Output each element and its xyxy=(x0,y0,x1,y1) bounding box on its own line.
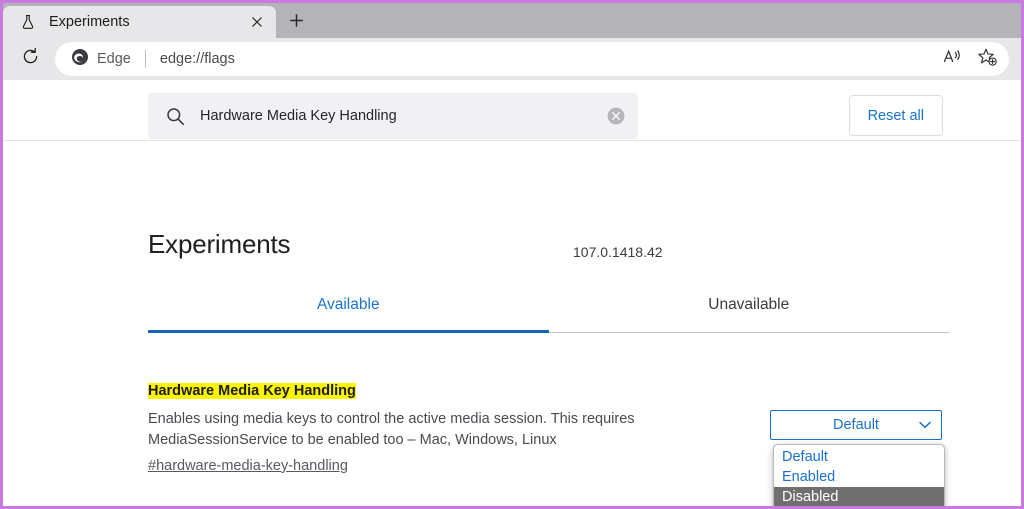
flag-name-row: Hardware Media Key Handling xyxy=(148,381,668,403)
address-bar-url[interactable]: edge://flags xyxy=(160,51,935,67)
flag-state-options-list: Default Enabled Disabled xyxy=(773,444,945,506)
flag-state-selected-value: Default xyxy=(833,417,879,433)
flask-icon xyxy=(19,13,37,31)
close-icon[interactable] xyxy=(246,11,268,33)
read-aloud-icon xyxy=(943,48,963,71)
flag-permalink[interactable]: #hardware-media-key-handling xyxy=(148,458,348,474)
browser-toolbar: Edge edge://flags xyxy=(3,38,1021,80)
option-default[interactable]: Default xyxy=(774,447,944,467)
browser-chrome: Experiments Edge edge://flags xyxy=(3,3,1021,80)
address-bar-divider xyxy=(144,50,146,68)
search-icon xyxy=(164,107,186,126)
version-label: 107.0.1418.42 xyxy=(573,244,663,260)
flag-title-highlighted: Hardware Media Key Handling xyxy=(148,383,356,399)
tab-available[interactable]: Available xyxy=(148,296,549,333)
edge-brand: Edge xyxy=(71,48,131,71)
clear-circle-icon[interactable] xyxy=(604,106,628,126)
address-bar-actions xyxy=(935,44,1003,74)
browser-tab-title: Experiments xyxy=(49,14,130,30)
read-aloud-button[interactable] xyxy=(937,44,969,74)
search-flags-box[interactable]: Hardware Media Key Handling xyxy=(148,93,638,139)
option-disabled[interactable]: Disabled xyxy=(774,487,944,506)
flag-state-select-wrapper: Default Default Enabled Disabled xyxy=(770,410,945,506)
browser-tab-experiments[interactable]: Experiments xyxy=(3,6,276,38)
tab-unavailable[interactable]: Unavailable xyxy=(548,296,949,333)
edge-logo-icon xyxy=(71,48,89,71)
reload-button[interactable] xyxy=(13,42,47,76)
plus-icon xyxy=(289,13,304,33)
search-input[interactable]: Hardware Media Key Handling xyxy=(200,108,604,124)
page-title: Experiments xyxy=(148,229,291,259)
browser-window: Experiments Edge edge://flags Hardware M… xyxy=(0,0,1024,509)
reset-all-button[interactable]: Reset all xyxy=(848,95,943,136)
add-favorite-star-icon xyxy=(977,47,998,72)
chevron-down-icon xyxy=(919,421,931,429)
edge-brand-label: Edge xyxy=(97,51,131,67)
tab-strip: Experiments xyxy=(3,3,1021,38)
address-bar[interactable]: Edge edge://flags xyxy=(55,42,1009,76)
flags-tab-bar: Available Unavailable xyxy=(148,296,949,333)
flags-header-bar: Hardware Media Key Handling Reset all xyxy=(3,80,1021,141)
flag-state-select[interactable]: Default xyxy=(770,410,942,440)
flag-description: Enables using media keys to control the … xyxy=(148,410,635,448)
flag-entry-hardware-media-key-handling: Hardware Media Key Handling Enables usin… xyxy=(148,381,668,475)
option-enabled[interactable]: Enabled xyxy=(774,467,944,487)
flags-page: Hardware Media Key Handling Reset all Ex… xyxy=(3,80,1021,506)
add-favorite-button[interactable] xyxy=(971,44,1003,74)
reload-icon xyxy=(21,47,40,71)
new-tab-button[interactable] xyxy=(280,8,312,38)
